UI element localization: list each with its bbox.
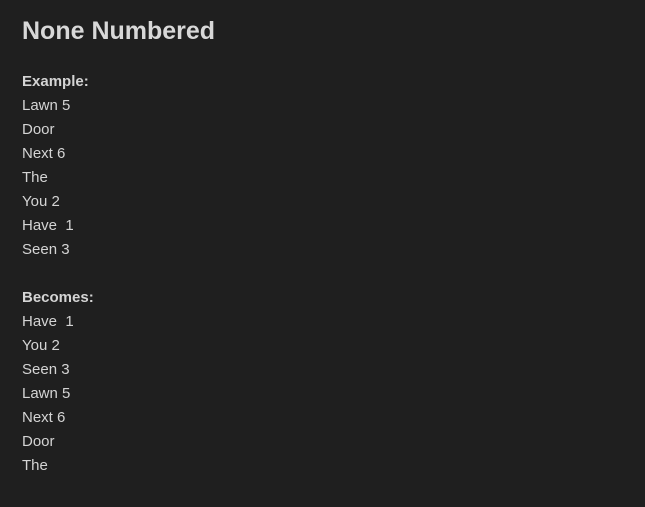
example-line-6: Have 1 xyxy=(22,217,74,234)
becomes-line-5: Next 6 xyxy=(22,409,66,426)
example-line-5: You 2 xyxy=(22,193,60,210)
becomes-line-4: Lawn 5 xyxy=(22,385,71,402)
example-line-3: Next 6 xyxy=(22,145,66,162)
becomes-line-6: Door xyxy=(22,433,55,450)
becomes-line-2: You 2 xyxy=(22,337,60,354)
example-line-1: Lawn 5 xyxy=(22,97,71,114)
becomes-line-7: The xyxy=(22,457,48,474)
page-title: None Numbered xyxy=(22,17,216,45)
example-line-4: The xyxy=(22,169,48,186)
example-label: Example: xyxy=(22,73,89,90)
example-line-7: Seen 3 xyxy=(22,241,70,258)
document-page: None Numbered Example: Lawn 5 Door Next … xyxy=(0,0,645,507)
becomes-line-3: Seen 3 xyxy=(22,361,70,378)
becomes-line-1: Have 1 xyxy=(22,313,74,330)
document-content: None Numbered Example: Lawn 5 Door Next … xyxy=(22,14,215,478)
example-line-2: Door xyxy=(22,121,55,138)
becomes-label: Becomes: xyxy=(22,289,94,306)
